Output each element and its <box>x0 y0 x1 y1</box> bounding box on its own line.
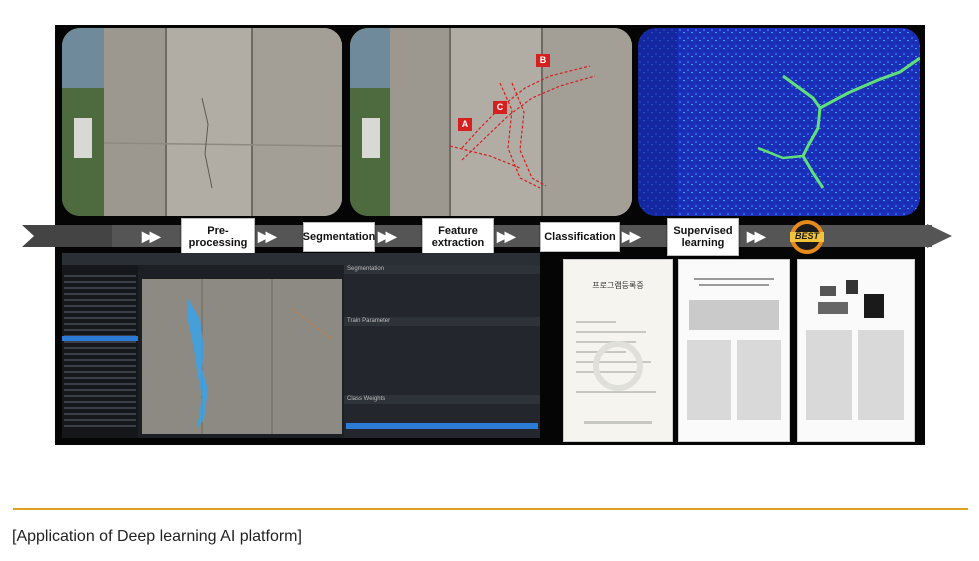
best-badge-label: BEST <box>794 231 819 241</box>
stage-classification: Classification <box>540 222 620 252</box>
sw-image-view <box>142 279 342 434</box>
sw-file-list <box>62 265 138 438</box>
stage-preprocessing: Pre- processing <box>181 218 255 256</box>
arrow-chevron-1: ▶▶ <box>142 228 160 244</box>
best-award-badge: BEST <box>786 218 828 256</box>
arrow-chevron-2: ▶▶ <box>258 228 276 244</box>
stage-segmentation: Segmentation <box>303 222 375 252</box>
caption-divider <box>13 508 968 510</box>
marker-a: A <box>458 118 472 131</box>
stage-supervised-learning: Supervised learning <box>667 218 739 256</box>
research-paper-2 <box>797 259 915 442</box>
marker-b: B <box>536 54 550 67</box>
research-paper-1 <box>678 259 790 442</box>
sw-toolbar <box>62 253 540 265</box>
sw-header-segmentation: Segmentation <box>344 265 540 274</box>
labeling-software-screenshot: Segmentation Train Parameter Class Weigh… <box>62 253 540 438</box>
marker-c: C <box>493 101 507 114</box>
figure-caption: [Application of Deep learning AI platfor… <box>12 528 302 545</box>
arrow-chevron-3: ▶▶ <box>378 228 396 244</box>
concrete-wall-photo <box>62 28 342 216</box>
arrow-chevron-5: ▶▶ <box>622 228 640 244</box>
sw-header-train-parameter: Train Parameter <box>344 317 540 326</box>
sw-class-row-selected <box>346 423 538 429</box>
sw-settings-panel: Segmentation Train Parameter Class Weigh… <box>344 265 540 438</box>
arrow-chevron-6: ▶▶ <box>747 228 765 244</box>
registration-certificate: 프로그램등록증 <box>563 259 673 442</box>
feature-map-image <box>638 28 920 216</box>
arrow-chevron-4: ▶▶ <box>497 228 515 244</box>
stage-feature-extraction: Feature extraction <box>422 218 494 256</box>
annotated-crack-photo: A B C <box>350 28 632 216</box>
certificate-title: 프로그램등록증 <box>592 281 644 290</box>
sw-header-class-weights: Class Weights <box>344 395 540 404</box>
